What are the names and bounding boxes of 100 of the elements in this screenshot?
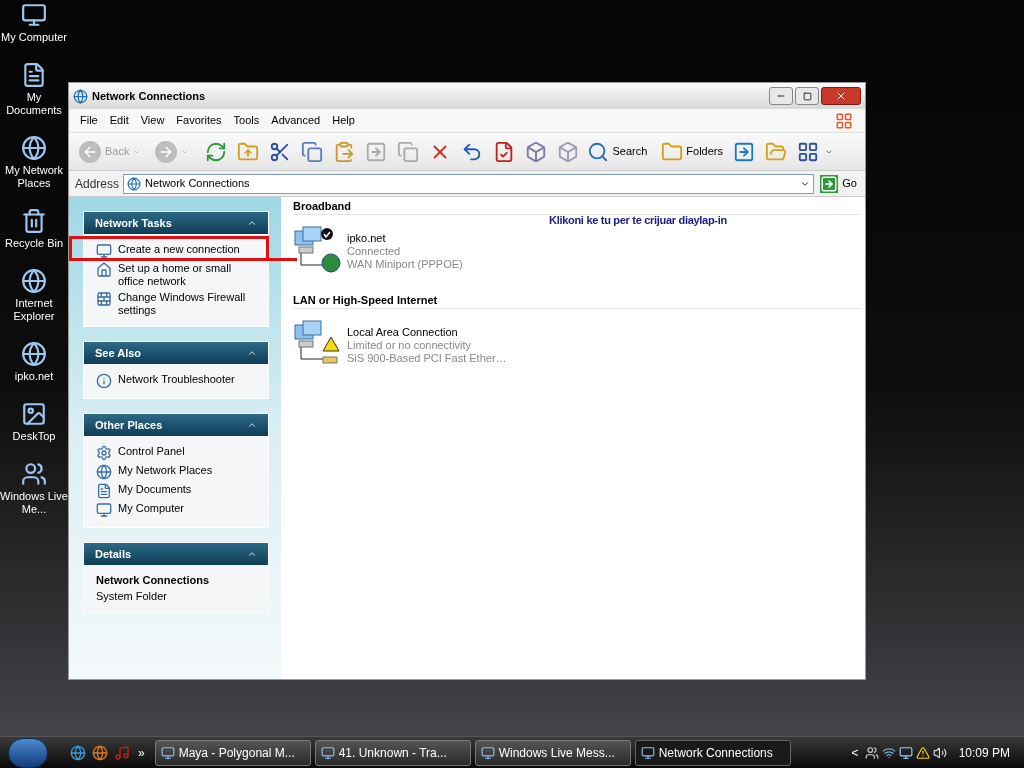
- group-heading: LAN or High-Speed Internet: [293, 293, 438, 309]
- collapse-icon[interactable]: [247, 218, 257, 228]
- menu-item[interactable]: Favorites: [170, 112, 228, 129]
- search-button[interactable]: Search: [585, 136, 650, 167]
- maximize-icon: [802, 91, 812, 101]
- app-icon: [640, 745, 655, 760]
- app-icon: [160, 745, 175, 760]
- panel-title: Details: [95, 546, 132, 562]
- desktop-icon-label[interactable]: ipko.net: [14, 370, 54, 383]
- task-icon: [96, 291, 112, 307]
- collapse-icon[interactable]: [247, 348, 257, 358]
- task-link[interactable]: My Documents: [118, 483, 192, 496]
- panel-header[interactable]: Other Places: [84, 414, 268, 436]
- desktop-icon-label[interactable]: Recycle Bin: [4, 237, 64, 250]
- task-icon: [96, 373, 112, 389]
- menu-item[interactable]: Advanced: [265, 112, 327, 129]
- address-field[interactable]: Network Connections: [123, 173, 815, 194]
- desktop-icon-label[interactable]: My Documents: [0, 91, 68, 117]
- folders-button[interactable]: Folders: [657, 136, 727, 167]
- taskbar-button[interactable]: Windows Live Mess...: [474, 739, 631, 766]
- network-icon: [73, 88, 88, 104]
- device-name: SiS 900-Based PCI Fast Ether…: [347, 352, 507, 365]
- network-tray-icon[interactable]: [881, 745, 896, 760]
- messenger-tray-icon[interactable]: [864, 745, 879, 760]
- more-quicklaunch[interactable]: »: [138, 743, 145, 762]
- panel-header[interactable]: See Also: [84, 342, 268, 364]
- menu-item[interactable]: Help: [326, 112, 361, 129]
- task-link[interactable]: Control Panel: [118, 445, 185, 458]
- connection-name[interactable]: Local Area Connection: [347, 326, 507, 339]
- taskbar-button[interactable]: Network Connections: [634, 739, 791, 766]
- start-button[interactable]: [8, 737, 48, 768]
- annotation-text: Klikoni ke tu per te crijuar diaylap-in: [549, 213, 727, 229]
- connection-status: Connected: [347, 245, 402, 258]
- volume-tray-icon[interactable]: [932, 745, 947, 760]
- task-icon: [96, 243, 112, 259]
- connection-status: Limited or no connectivity: [347, 339, 473, 352]
- task-link[interactable]: Network Troubleshooter: [118, 373, 235, 386]
- panel-header[interactable]: Network Tasks: [84, 212, 268, 234]
- details-name: Network Connections: [96, 574, 211, 587]
- folder-icon: [661, 140, 684, 163]
- tray-expand-arrow[interactable]: <: [851, 743, 859, 762]
- close-icon: [835, 90, 847, 102]
- taskbar-button[interactable]: Maya - Polygonal M...: [154, 739, 311, 766]
- desktop-shortcut-icon[interactable]: [21, 62, 47, 88]
- app-icon: [480, 745, 495, 760]
- browser-launch-icon[interactable]: [70, 744, 86, 761]
- menu-item[interactable]: File: [69, 112, 104, 129]
- clock[interactable]: 10:09 PM: [958, 743, 1010, 762]
- task-icon: [96, 464, 112, 480]
- task-icon: [96, 483, 112, 499]
- desktop-icon-label[interactable]: My Computer: [1, 31, 67, 44]
- device-name: WAN Miniport (PPPOE): [347, 258, 463, 271]
- app-launch-icon[interactable]: [114, 744, 130, 761]
- connection-name[interactable]: ipko.net: [347, 232, 463, 245]
- panel-title: Other Places: [95, 417, 163, 433]
- menu-item[interactable]: Tools: [227, 112, 266, 129]
- go-button[interactable]: Go: [818, 174, 859, 193]
- close-button[interactable]: [821, 87, 861, 105]
- network-connection-icon[interactable]: [293, 225, 343, 273]
- desktop-icon-label[interactable]: Windows Live Me...: [0, 490, 68, 516]
- desktop-icon-label[interactable]: DeskTop: [12, 430, 56, 443]
- address-label: Address: [75, 175, 120, 193]
- details-type: System Folder: [96, 590, 168, 603]
- task-link[interactable]: My Network Places: [118, 464, 213, 477]
- menu-item[interactable]: Edit: [103, 112, 135, 129]
- menu-item[interactable]: View: [134, 112, 171, 129]
- panel-header[interactable]: Details: [84, 543, 268, 565]
- desktop-shortcut-icon[interactable]: [21, 401, 47, 427]
- app-icon: [320, 745, 335, 760]
- desktop-shortcut-icon[interactable]: [21, 341, 47, 367]
- task-link[interactable]: Change Windows Firewall settings: [118, 291, 256, 317]
- desktop-shortcut-icon[interactable]: [21, 2, 47, 28]
- task-icon: [96, 262, 112, 278]
- search-icon: [587, 140, 610, 163]
- group-heading: Broadband: [293, 199, 352, 215]
- network-icon: [127, 176, 142, 191]
- task-link[interactable]: My Computer: [118, 502, 185, 515]
- desktop-icon-label[interactable]: My Network Places: [0, 164, 68, 190]
- warning-tray-icon[interactable]: [915, 745, 930, 760]
- desktop-shortcut-icon[interactable]: [21, 268, 47, 294]
- task-link[interactable]: Create a new connection: [118, 243, 240, 256]
- desktop-icon-label[interactable]: Internet Explorer: [0, 297, 68, 323]
- maximize-button[interactable]: [795, 87, 819, 105]
- task-icon: [96, 445, 112, 461]
- task-link[interactable]: Set up a home or small office network: [118, 262, 256, 288]
- task-icon: [96, 502, 112, 518]
- panel-title: See Also: [95, 345, 142, 361]
- taskbar-button[interactable]: 41. Unknown - Tra...: [314, 739, 471, 766]
- desktop-shortcut-icon[interactable]: [21, 135, 47, 161]
- collapse-icon[interactable]: [247, 549, 257, 559]
- network-tray-icon[interactable]: [898, 745, 913, 760]
- panel-title: Network Tasks: [95, 215, 172, 231]
- desktop-shortcut-icon[interactable]: [21, 208, 47, 234]
- go-arrow-icon: [820, 174, 839, 193]
- collapse-icon[interactable]: [247, 420, 257, 430]
- minimize-button[interactable]: [769, 87, 793, 105]
- window-title: Network Connections: [92, 88, 206, 104]
- desktop-shortcut-icon[interactable]: [21, 461, 47, 487]
- windows-logo-icon: [835, 111, 853, 130]
- browser-launch-icon[interactable]: [92, 744, 108, 761]
